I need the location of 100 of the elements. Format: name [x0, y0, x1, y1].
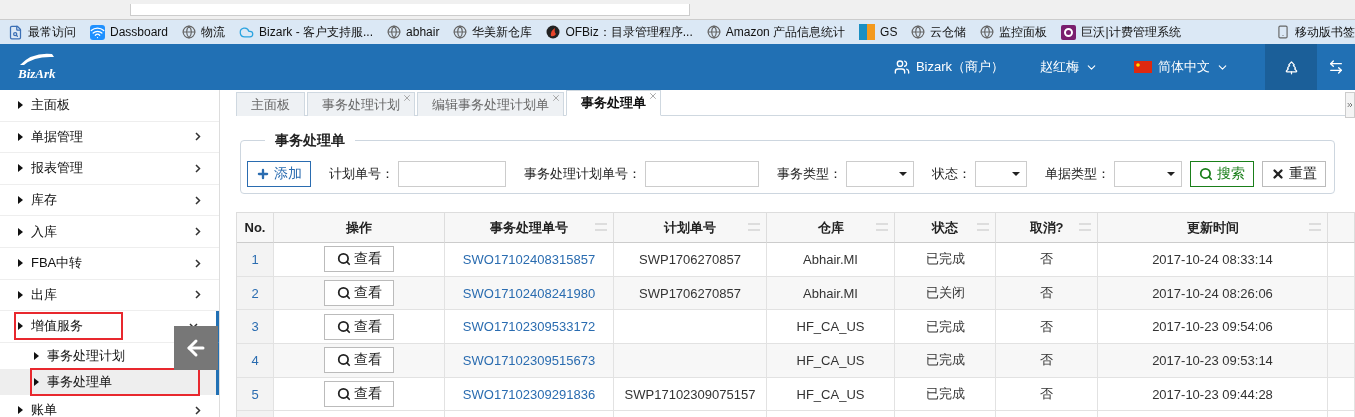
tab[interactable]: 主面板 [236, 92, 305, 116]
sidebar-item[interactable]: 增值服务 [0, 311, 219, 343]
cloud-icon [239, 24, 255, 40]
caret-icon [18, 164, 23, 173]
users-icon [893, 59, 910, 75]
globe-icon [911, 25, 926, 39]
tab-scroll-button[interactable] [1345, 92, 1355, 118]
language-menu[interactable]: 简体中文 [1134, 58, 1229, 76]
row-number: 3 [237, 310, 274, 345]
row-number: 5 [237, 377, 274, 412]
globe-icon [182, 25, 197, 39]
collapse-button[interactable] [174, 326, 218, 370]
swap-icon [1328, 59, 1344, 75]
close-icon[interactable] [648, 91, 658, 101]
flag-icon [1134, 61, 1152, 73]
bookmark[interactable]: 物流 [182, 23, 226, 41]
view-button[interactable]: 查看 [324, 347, 394, 374]
bookmark[interactable]: GS [859, 24, 898, 40]
globe-icon [387, 25, 402, 39]
column-header[interactable]: No. [237, 213, 274, 243]
table-cell: 2017-10-24 08:33:14 [1098, 243, 1328, 277]
caret-icon [18, 101, 23, 110]
dropdown[interactable] [846, 161, 914, 187]
table-cell: HF_CA_US [767, 344, 895, 378]
column-header[interactable]: 仓库 [767, 213, 895, 243]
close-icon[interactable] [402, 93, 412, 103]
search-icon [336, 252, 351, 267]
flame-icon [546, 25, 561, 39]
page-icon [8, 24, 23, 40]
close-icon[interactable] [551, 93, 561, 103]
table-cell [1328, 344, 1355, 378]
tab[interactable]: 事务处理计划 [307, 92, 415, 116]
view-button[interactable]: 查看 [324, 381, 394, 408]
column-header[interactable]: 取消? [996, 213, 1098, 243]
caret-icon [18, 196, 23, 205]
table-cell: 否 [996, 243, 1098, 277]
caret-icon [18, 322, 23, 331]
column-header[interactable]: 计划单号 [614, 213, 767, 243]
account-menu[interactable]: Bizark（商户） [893, 58, 1004, 76]
bookmark[interactable]: 移动版书签 [1276, 23, 1355, 41]
order-link[interactable]: SWO17102309515673 [445, 344, 614, 378]
logo-icon [1061, 24, 1077, 40]
field-label: 事务处理计划单号： [524, 165, 641, 183]
input-field[interactable] [645, 161, 759, 187]
bookmark[interactable]: Bizark - 客户支持服... [239, 23, 374, 41]
view-button[interactable]: 查看 [324, 246, 394, 273]
input-field[interactable] [398, 161, 506, 187]
filter-title: 事务处理单 [265, 132, 355, 150]
bookmark[interactable]: OFBiz：目录管理程序... [546, 23, 693, 41]
bookmark[interactable]: 云仓储 [911, 23, 967, 41]
search-icon [336, 286, 351, 301]
table-cell: 已完成 [895, 344, 996, 378]
row-number: 4 [237, 344, 274, 378]
caret-icon [18, 227, 23, 236]
bookmark[interactable]: 巨沃|计费管理系统 [1061, 23, 1181, 41]
tab[interactable]: 编辑事务处理计划单 [417, 92, 564, 116]
globe-icon [980, 25, 995, 39]
table-cell [1328, 243, 1355, 277]
view-button[interactable]: 查看 [324, 280, 394, 307]
chevrons-icon [1346, 100, 1354, 110]
user-menu[interactable]: 赵红梅 [1040, 58, 1098, 76]
reset-button[interactable]: 重置 [1262, 161, 1326, 187]
table-cell: Abhair.MI [767, 243, 895, 277]
add-button[interactable]: 添加 [247, 161, 311, 187]
caret-icon [34, 377, 39, 386]
globe-icon [453, 25, 468, 39]
search-icon [336, 353, 351, 368]
view-button[interactable]: 查看 [324, 313, 394, 340]
field-label: 状态： [931, 165, 971, 183]
table-cell: SWP1706270857 [614, 243, 767, 277]
column-header[interactable]: 更新时间 [1098, 213, 1328, 243]
field-label: 单据类型： [1045, 165, 1111, 183]
row-number: 1 [237, 243, 274, 277]
caret-icon [18, 406, 23, 415]
order-link[interactable]: SWO17102408315857 [445, 243, 614, 277]
sidebar-subitem[interactable]: 事务处理单 [0, 368, 219, 395]
bookmark[interactable]: abhair [387, 25, 440, 39]
bookmark[interactable]: 监控面板 [980, 23, 1048, 41]
bookmark[interactable]: 最常访问 [8, 23, 76, 41]
search-button[interactable]: 搜索 [1190, 161, 1254, 187]
bookmark[interactable]: Amazon 产品信息统计 [706, 23, 846, 41]
table-cell: 2017-10-23 09:53:14 [1098, 344, 1328, 378]
search-icon [1199, 167, 1213, 181]
wifi-icon [90, 24, 105, 40]
tab[interactable]: 事务处理单 [566, 90, 661, 116]
dropdown[interactable] [974, 161, 1028, 187]
tree-button[interactable] [1265, 44, 1317, 90]
bookmark[interactable]: 华美新仓库 [453, 23, 533, 41]
dropdown[interactable] [1114, 161, 1182, 187]
caret-icon [18, 132, 23, 141]
table-cell: 已完成 [895, 243, 996, 277]
caret-icon [18, 259, 23, 268]
plus-icon [256, 167, 270, 181]
column-header[interactable]: 操作 [274, 213, 445, 243]
column-header[interactable]: 状态 [895, 213, 996, 243]
column-header[interactable]: 事务处理单号 [445, 213, 614, 243]
globe-icon [706, 25, 721, 39]
address-bar[interactable] [130, 4, 690, 16]
tree-icon [1283, 59, 1299, 75]
bookmark[interactable]: Dassboard [90, 24, 169, 40]
